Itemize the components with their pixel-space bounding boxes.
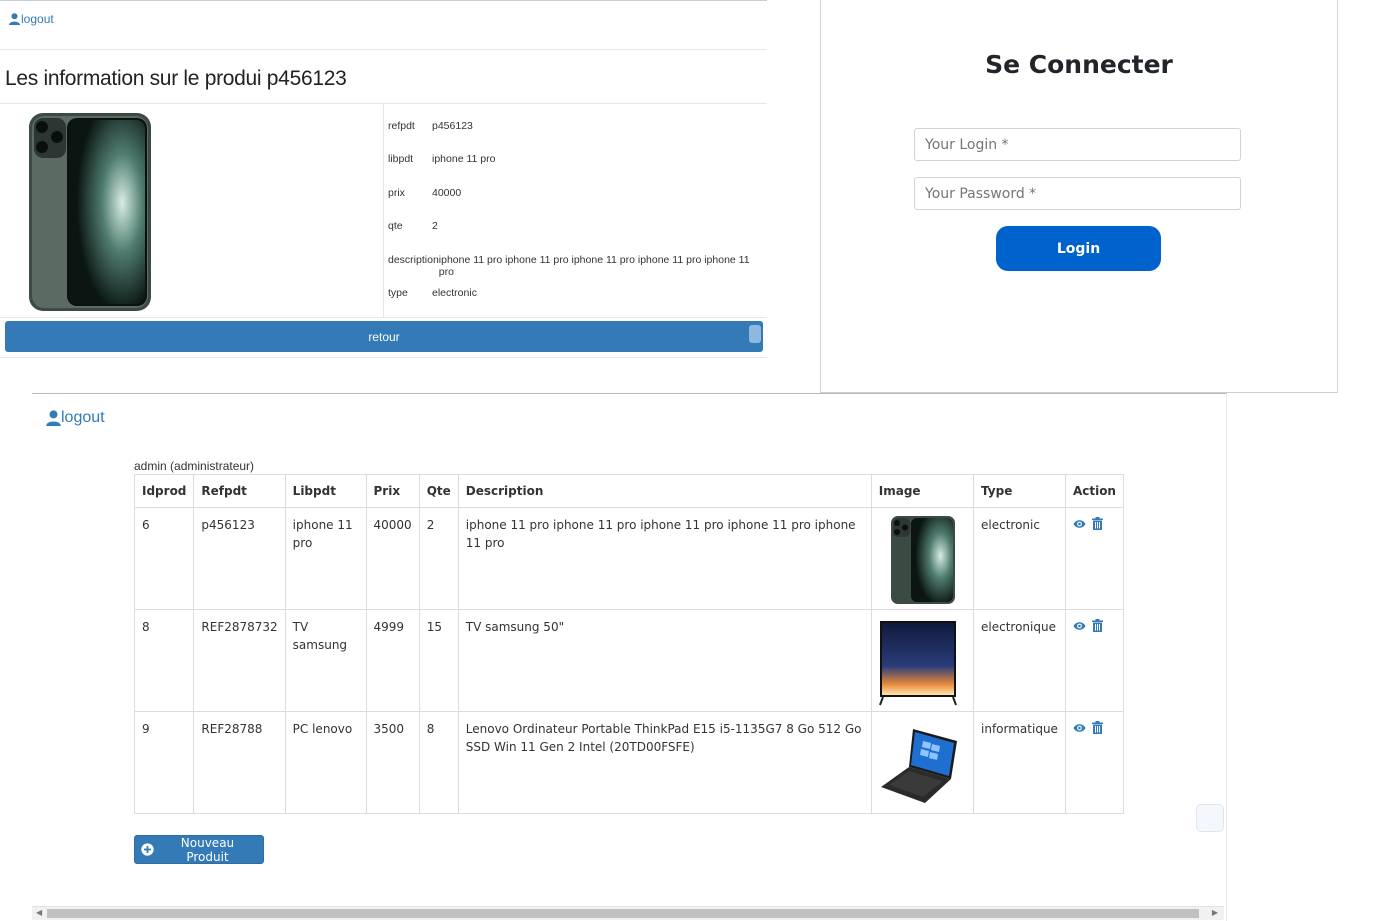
column-header: Prix bbox=[365, 474, 420, 508]
cell-prix: 40000 bbox=[365, 507, 420, 610]
divider bbox=[0, 357, 767, 358]
cell-libpdt: PC lenovo bbox=[284, 711, 367, 814]
field-value: p456123 bbox=[432, 120, 473, 132]
product-detail-box: refpdt p456123 libpdt iphone 11 pro prix… bbox=[0, 104, 767, 318]
column-header: Action bbox=[1064, 474, 1125, 508]
cell-image bbox=[870, 507, 975, 610]
table-row: 6 p456123 iphone 11 pro 40000 2 iphone 1… bbox=[133, 507, 1125, 610]
cell-description: Lenovo Ordinateur Portable ThinkPad E15 … bbox=[457, 711, 872, 814]
new-product-button[interactable]: Nouveau Produit bbox=[134, 835, 264, 864]
field-type: type electronic bbox=[388, 287, 477, 299]
plus-circle-icon bbox=[141, 843, 154, 856]
cell-libpdt: TV samsung bbox=[284, 609, 367, 712]
product-list-panel: logout admin (administrateur) Idprod Ref… bbox=[32, 393, 1227, 921]
field-value: electronic bbox=[432, 287, 477, 299]
column-header: Libpdt bbox=[284, 474, 367, 508]
scrollbar-thumb[interactable] bbox=[47, 909, 1199, 918]
field-value: iphone 11 pro bbox=[432, 153, 496, 165]
column-header: Idprod bbox=[133, 474, 195, 508]
field-description: description iphone 11 pro iphone 11 pro … bbox=[388, 254, 767, 278]
divider bbox=[383, 104, 384, 317]
login-field[interactable] bbox=[914, 128, 1241, 161]
field-value: iphone 11 pro iphone 11 pro iphone 11 pr… bbox=[438, 254, 750, 278]
column-header: Description bbox=[457, 474, 872, 508]
extension-icon[interactable] bbox=[1196, 804, 1224, 832]
cell-image bbox=[870, 609, 975, 712]
field-key: qte bbox=[388, 220, 403, 232]
cell-prix: 4999 bbox=[365, 609, 420, 712]
password-field[interactable] bbox=[914, 177, 1241, 210]
cell-libpdt: iphone 11 pro bbox=[284, 507, 367, 610]
page-title: Les information sur le produi p456123 bbox=[5, 67, 347, 90]
logout-link[interactable]: logout bbox=[9, 12, 54, 26]
field-key: libpdt bbox=[388, 153, 414, 165]
cell-description: TV samsung 50" bbox=[457, 609, 872, 712]
cell-action bbox=[1064, 507, 1125, 610]
retour-label: retour bbox=[368, 329, 400, 344]
cell-qte: 8 bbox=[418, 711, 459, 814]
cell-idprod: 6 bbox=[133, 507, 195, 610]
login-panel: Se Connecter Login bbox=[820, 0, 1338, 393]
table-row: 9 REF28788 PC lenovo 3500 8 Lenovo Ordin… bbox=[133, 711, 1125, 814]
cell-description: iphone 11 pro iphone 11 pro iphone 11 pr… bbox=[457, 507, 872, 610]
logout-link[interactable]: logout bbox=[46, 409, 105, 427]
field-key: type bbox=[388, 287, 408, 299]
cell-type: electronique bbox=[973, 609, 1066, 712]
cell-qte: 2 bbox=[418, 507, 459, 610]
product-image bbox=[29, 113, 151, 311]
cell-action bbox=[1064, 711, 1125, 814]
field-value: 40000 bbox=[432, 187, 462, 199]
scroll-left-icon[interactable]: ◀ bbox=[36, 908, 42, 917]
retour-button[interactable]: retour bbox=[5, 321, 763, 352]
cell-refpdt: p456123 bbox=[193, 507, 286, 610]
scroll-right-icon[interactable]: ▶ bbox=[1212, 908, 1218, 917]
cell-type: electronic bbox=[973, 507, 1066, 610]
column-header: Refpdt bbox=[193, 474, 286, 508]
cell-refpdt: REF28788 bbox=[193, 711, 286, 814]
cell-prix: 3500 bbox=[365, 711, 420, 814]
table-header-row: Idprod Refpdt Libpdt Prix Qte Descriptio… bbox=[133, 474, 1125, 508]
current-user: admin (administrateur) bbox=[134, 459, 255, 473]
product-detail-panel: logout Les information sur le produi p45… bbox=[0, 0, 767, 361]
extension-icon bbox=[749, 325, 761, 343]
cell-type: informatique bbox=[973, 711, 1066, 814]
cell-qte: 15 bbox=[418, 609, 459, 712]
user-icon bbox=[46, 410, 61, 426]
trash-icon[interactable] bbox=[1091, 517, 1103, 530]
field-value: 2 bbox=[432, 220, 438, 232]
field-qte: qte 2 bbox=[388, 220, 438, 232]
field-key: refpdt bbox=[388, 120, 415, 132]
field-prix: prix 40000 bbox=[388, 187, 461, 199]
horizontal-scrollbar[interactable]: ◀ ▶ bbox=[32, 906, 1224, 920]
trash-icon[interactable] bbox=[1091, 619, 1103, 632]
phone-image bbox=[890, 516, 955, 604]
cell-idprod: 9 bbox=[133, 711, 195, 814]
field-key: description bbox=[388, 254, 439, 266]
cell-refpdt: REF2878732 bbox=[193, 609, 286, 712]
column-header: Qte bbox=[418, 474, 459, 508]
login-button[interactable]: Login bbox=[996, 226, 1161, 271]
table-row: 8 REF2878732 TV samsung 4999 15 TV samsu… bbox=[133, 609, 1125, 712]
cell-image bbox=[870, 711, 975, 814]
cell-action bbox=[1064, 609, 1125, 712]
new-product-label: Nouveau Produit bbox=[180, 835, 235, 864]
trash-icon[interactable] bbox=[1091, 721, 1103, 734]
divider bbox=[0, 49, 767, 50]
field-key: prix bbox=[388, 187, 405, 199]
eye-icon[interactable] bbox=[1073, 519, 1086, 529]
tv-image bbox=[878, 621, 957, 706]
logout-label: logout bbox=[21, 12, 54, 26]
products-table: Idprod Refpdt Libpdt Prix Qte Descriptio… bbox=[133, 474, 1125, 814]
logout-label: logout bbox=[61, 409, 105, 426]
column-header: Image bbox=[870, 474, 975, 508]
cell-idprod: 8 bbox=[133, 609, 195, 712]
field-refpdt: refpdt p456123 bbox=[388, 120, 473, 132]
eye-icon[interactable] bbox=[1073, 621, 1086, 631]
laptop-image bbox=[880, 729, 957, 803]
user-icon bbox=[9, 13, 20, 25]
login-title: Se Connecter bbox=[985, 50, 1173, 79]
eye-icon[interactable] bbox=[1073, 723, 1086, 733]
column-header: Type bbox=[973, 474, 1066, 508]
field-libpdt: libpdt iphone 11 pro bbox=[388, 153, 495, 165]
